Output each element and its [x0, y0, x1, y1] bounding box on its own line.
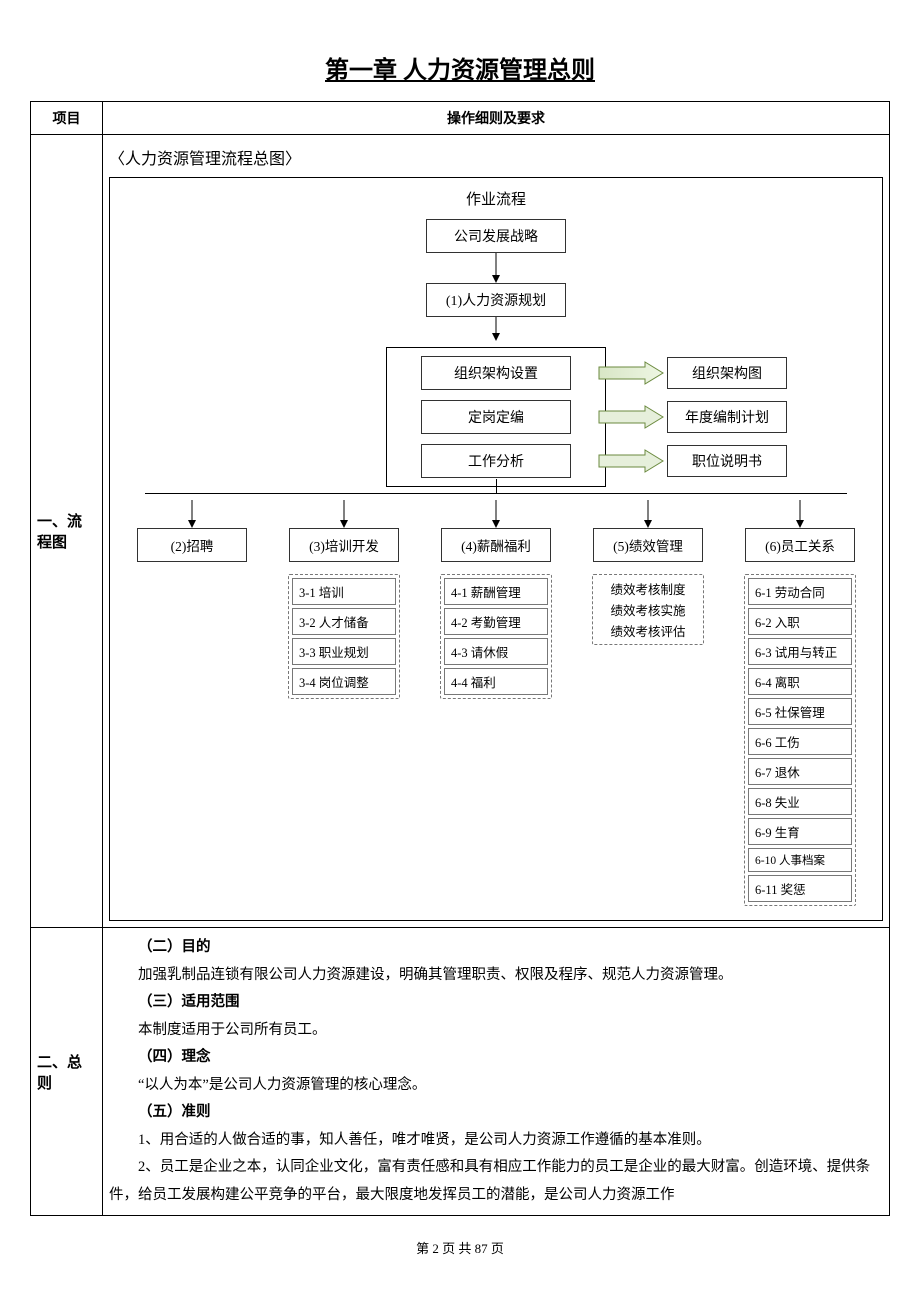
- list-item: 6-2 入职: [748, 608, 852, 635]
- list-item: 3-3 职业规划: [292, 638, 396, 665]
- text-purpose: 加强乳制品连锁有限公司人力资源建设，明确其管理职责、权限及程序、规范人力资源管理…: [109, 962, 883, 990]
- list-item: 6-4 离职: [748, 668, 852, 695]
- th-detail: 操作细则及要求: [103, 102, 890, 135]
- arrow-down-icon: [794, 500, 806, 528]
- list-item: 6-11 奖惩: [748, 875, 852, 902]
- branch-rel: (6)员工关系 6-1 劳动合同 6-2 入职 6-3 试用与转正 6-4 离职…: [724, 500, 876, 906]
- branches-row: (2)招聘 (3)培训开发 3-1 培训 3-2 人才储备 3-3 职业规划 3…: [114, 500, 878, 906]
- sublist-rel: 6-1 劳动合同 6-2 入职 6-3 试用与转正 6-4 离职 6-5 社保管…: [744, 574, 856, 906]
- box-comp: (4)薪酬福利: [441, 528, 551, 562]
- sublist-perf: 绩效考核制度 绩效考核实施 绩效考核评估: [592, 574, 704, 645]
- arrow-down-icon: [186, 500, 198, 528]
- chapter-title: 第一章 人力资源管理总则: [30, 50, 890, 85]
- list-item: 绩效考核评估: [596, 620, 700, 641]
- list-item: 4-4 福利: [444, 668, 548, 695]
- arrow-down-icon: [338, 500, 350, 528]
- list-item: 3-2 人才储备: [292, 608, 396, 635]
- arrow-right-icon: [597, 360, 667, 386]
- arrow-down-icon: [490, 317, 502, 341]
- list-item: 绩效考核实施: [596, 599, 700, 620]
- branch-perf: (5)绩效管理 绩效考核制度 绩效考核实施 绩效考核评估: [572, 500, 724, 645]
- box-recruit: (2)招聘: [137, 528, 247, 562]
- pair-post: 定岗定编 年度编制计划: [395, 400, 597, 434]
- branch-comp: (4)薪酬福利 4-1 薪酬管理 4-2 考勤管理 4-3 请休假 4-4 福利: [420, 500, 572, 699]
- sublist-comp: 4-1 薪酬管理 4-2 考勤管理 4-3 请休假 4-4 福利: [440, 574, 552, 699]
- list-item: 6-9 生育: [748, 818, 852, 845]
- text-scope: 本制度适用于公司所有员工。: [109, 1017, 883, 1045]
- heading-scope: （三）适用范围: [138, 994, 240, 1010]
- heading-concept: （四）理念: [138, 1049, 211, 1065]
- list-item: 绩效考核制度: [596, 578, 700, 599]
- branch-recruit: (2)招聘: [116, 500, 268, 562]
- list-item: 3-4 岗位调整: [292, 668, 396, 695]
- branch-connector: [145, 493, 848, 494]
- box-train: (3)培训开发: [289, 528, 399, 562]
- flowchart-cell: 〈人力资源管理流程总图〉 作业流程 公司发展战略 (1)人力资源规划: [103, 135, 890, 928]
- box-perf: (5)绩效管理: [593, 528, 703, 562]
- list-item: 6-6 工伤: [748, 728, 852, 755]
- arrow-right-icon: [597, 404, 667, 430]
- heading-purpose: （二）目的: [138, 939, 211, 955]
- list-item: 4-2 考勤管理: [444, 608, 548, 635]
- arrow-down-icon: [642, 500, 654, 528]
- list-item: 3-1 培训: [292, 578, 396, 605]
- text-guideline-1: 1、用合适的人做合适的事，知人善任，唯才唯贤，是公司人力资源工作遵循的基本准则。: [109, 1127, 883, 1155]
- arrow-down-icon: [490, 500, 502, 528]
- flow-top-stack: 公司发展战略 (1)人力资源规划 组织架构设置: [114, 219, 878, 487]
- text-guideline-2: 2、员工是企业之本，认同企业文化，富有责任感和具有相应工作能力的员工是企业的最大…: [109, 1154, 883, 1209]
- page-footer: 第 2 页 共 87 页: [30, 1238, 890, 1257]
- box-hr-plan: (1)人力资源规划: [426, 283, 566, 317]
- heading-guideline: （五）准则: [138, 1104, 211, 1120]
- main-table: 项目 操作细则及要求 一、流程图 〈人力资源管理流程总图〉 作业流程 公司发展战…: [30, 101, 890, 1216]
- text-concept: “以人为本”是公司人力资源管理的核心理念。: [109, 1072, 883, 1100]
- th-project: 项目: [31, 102, 103, 135]
- sublist-train: 3-1 培训 3-2 人才储备 3-3 职业规划 3-4 岗位调整: [288, 574, 400, 699]
- pair-org: 组织架构设置 组织架构图: [395, 356, 597, 390]
- box-rel: (6)员工关系: [745, 528, 855, 562]
- list-item: 6-5 社保管理: [748, 698, 852, 725]
- box-hr-plan-detail: 组织架构设置 组织架构图 定岗定编: [386, 347, 606, 487]
- out-job-desc: 职位说明书: [667, 445, 787, 477]
- box-job-analysis: 工作分析: [421, 444, 571, 478]
- flow-subtitle: 〈人力资源管理流程总图〉: [109, 145, 883, 169]
- out-org-chart: 组织架构图: [667, 357, 787, 389]
- list-item: 6-10 人事档案: [748, 848, 852, 872]
- list-item: 4-3 请休假: [444, 638, 548, 665]
- arrow-down-icon: [490, 253, 502, 283]
- row1-label: 一、流程图: [31, 135, 103, 928]
- branch-train: (3)培训开发 3-1 培训 3-2 人才储备 3-3 职业规划 3-4 岗位调…: [268, 500, 420, 699]
- list-item: 6-3 试用与转正: [748, 638, 852, 665]
- list-item: 6-1 劳动合同: [748, 578, 852, 605]
- box-strategy: 公司发展战略: [426, 219, 566, 253]
- box-org-structure: 组织架构设置: [421, 356, 571, 390]
- list-item: 4-1 薪酬管理: [444, 578, 548, 605]
- out-year-plan: 年度编制计划: [667, 401, 787, 433]
- flow-frame: 作业流程 公司发展战略 (1)人力资源规划: [109, 177, 883, 921]
- list-item: 6-7 退休: [748, 758, 852, 785]
- row2-label: 二、总则: [31, 928, 103, 1216]
- arrow-right-icon: [597, 448, 667, 474]
- pair-job: 工作分析 职位说明书: [395, 444, 597, 478]
- principles-cell: （二）目的 加强乳制品连锁有限公司人力资源建设，明确其管理职责、权限及程序、规范…: [103, 928, 890, 1216]
- list-item: 6-8 失业: [748, 788, 852, 815]
- flow-heading: 作业流程: [114, 188, 878, 209]
- box-post-set: 定岗定编: [421, 400, 571, 434]
